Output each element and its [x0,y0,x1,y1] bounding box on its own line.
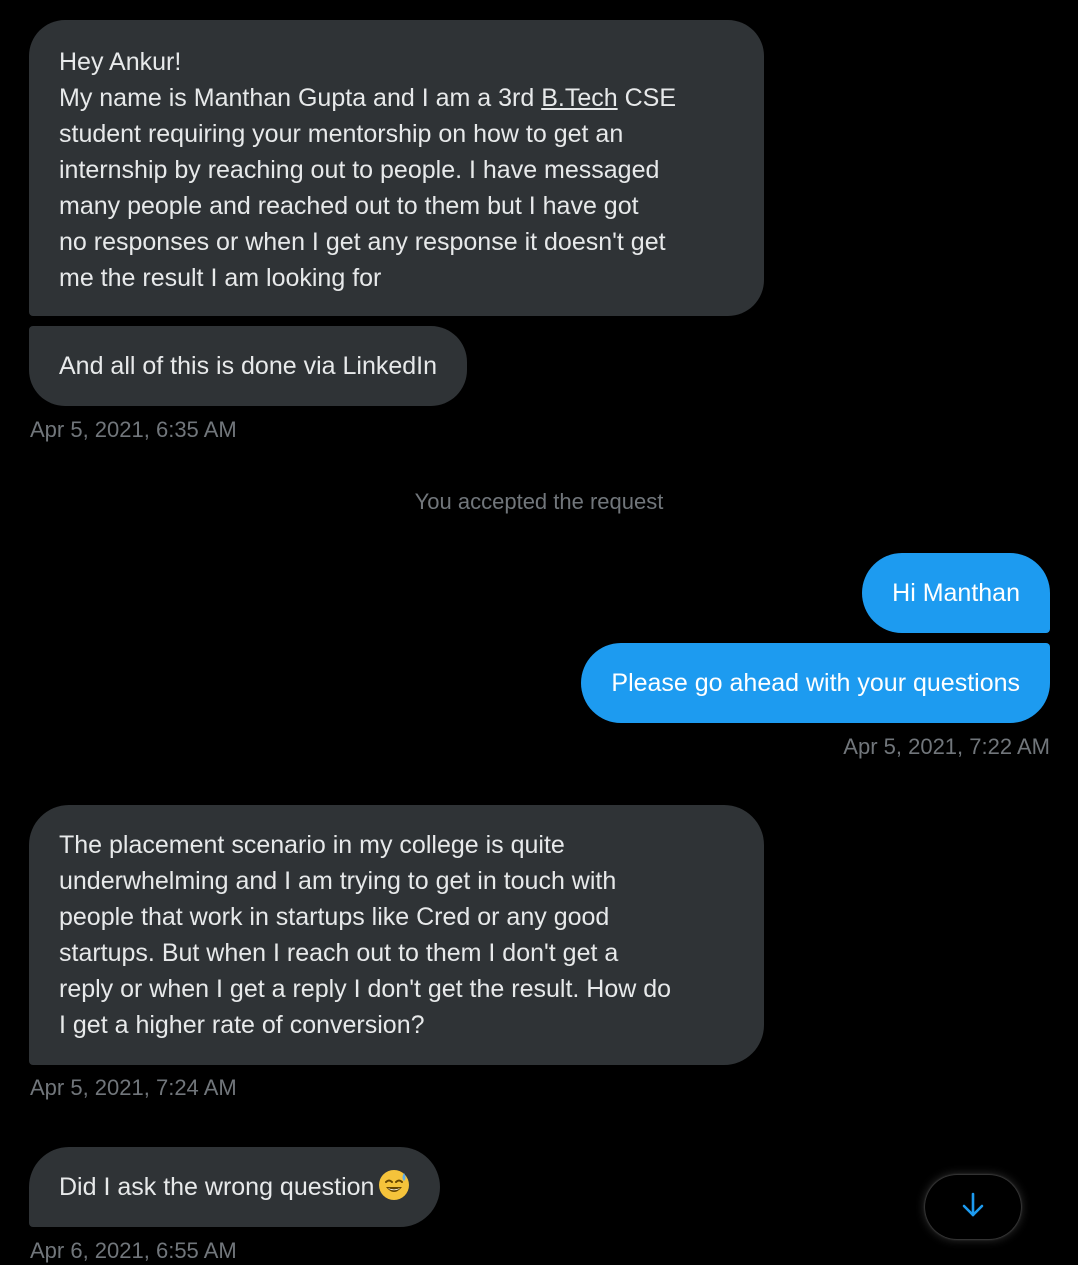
message-timestamp: Apr 5, 2021, 6:35 AM [30,417,237,442]
arrow-down-icon [961,1192,985,1223]
message-text: And all of this is done via LinkedIn [59,352,438,380]
message-timestamp: Apr 5, 2021, 7:24 AM [30,1075,237,1100]
message-line: Hey Ankur! [59,48,182,76]
incoming-message[interactable]: Did I ask the wrong question [29,1147,441,1227]
message-line: startups. But when I reach out to them I… [59,939,619,967]
incoming-message[interactable]: And all of this is done via LinkedIn [29,326,468,406]
message-text: Hi Manthan [892,579,1020,607]
incoming-message[interactable]: Hey Ankur! My name is Manthan Gupta and … [29,20,764,316]
message-line: reply or when I get a reply I don't get … [59,975,672,1003]
sweat-smile-emoji-icon [378,1169,410,1201]
scroll-to-bottom-button[interactable] [925,1175,1021,1239]
message-line: My name is Manthan Gupta and I am a 3rd … [59,80,734,116]
message-line: The placement scenario in my college is … [59,831,565,859]
message-line: no responses or when I get any response … [59,228,666,256]
btech-link[interactable]: B.Tech [541,84,617,112]
message-line: internship by reaching out to people. I … [59,156,660,184]
message-line: student requiring your mentorship on how… [59,120,624,148]
message-line-text: My name is Manthan Gupta and I am a 3rd [59,84,542,112]
message-timestamp: Apr 6, 2021, 6:55 AM [30,1238,237,1263]
message-text: Did I ask the wrong question [59,1173,375,1201]
message-line: underwhelming and I am trying to get in … [59,867,617,895]
message-line-text: CSE [617,84,676,112]
message-line: I get a higher rate of conversion? [59,1011,425,1039]
incoming-message[interactable]: The placement scenario in my college is … [29,805,764,1065]
outgoing-message[interactable]: Hi Manthan [862,553,1050,633]
outgoing-message[interactable]: Please go ahead with your questions [581,643,1050,723]
message-line: many people and reached out to them but … [59,192,639,220]
message-text: Please go ahead with your questions [611,669,1020,697]
message-line: people that work in startups like Cred o… [59,903,610,931]
message-line: me the result I am looking for [59,264,382,292]
request-accepted-notice: You accepted the request [414,489,664,514]
message-timestamp: Apr 5, 2021, 7:22 AM [843,734,1050,759]
